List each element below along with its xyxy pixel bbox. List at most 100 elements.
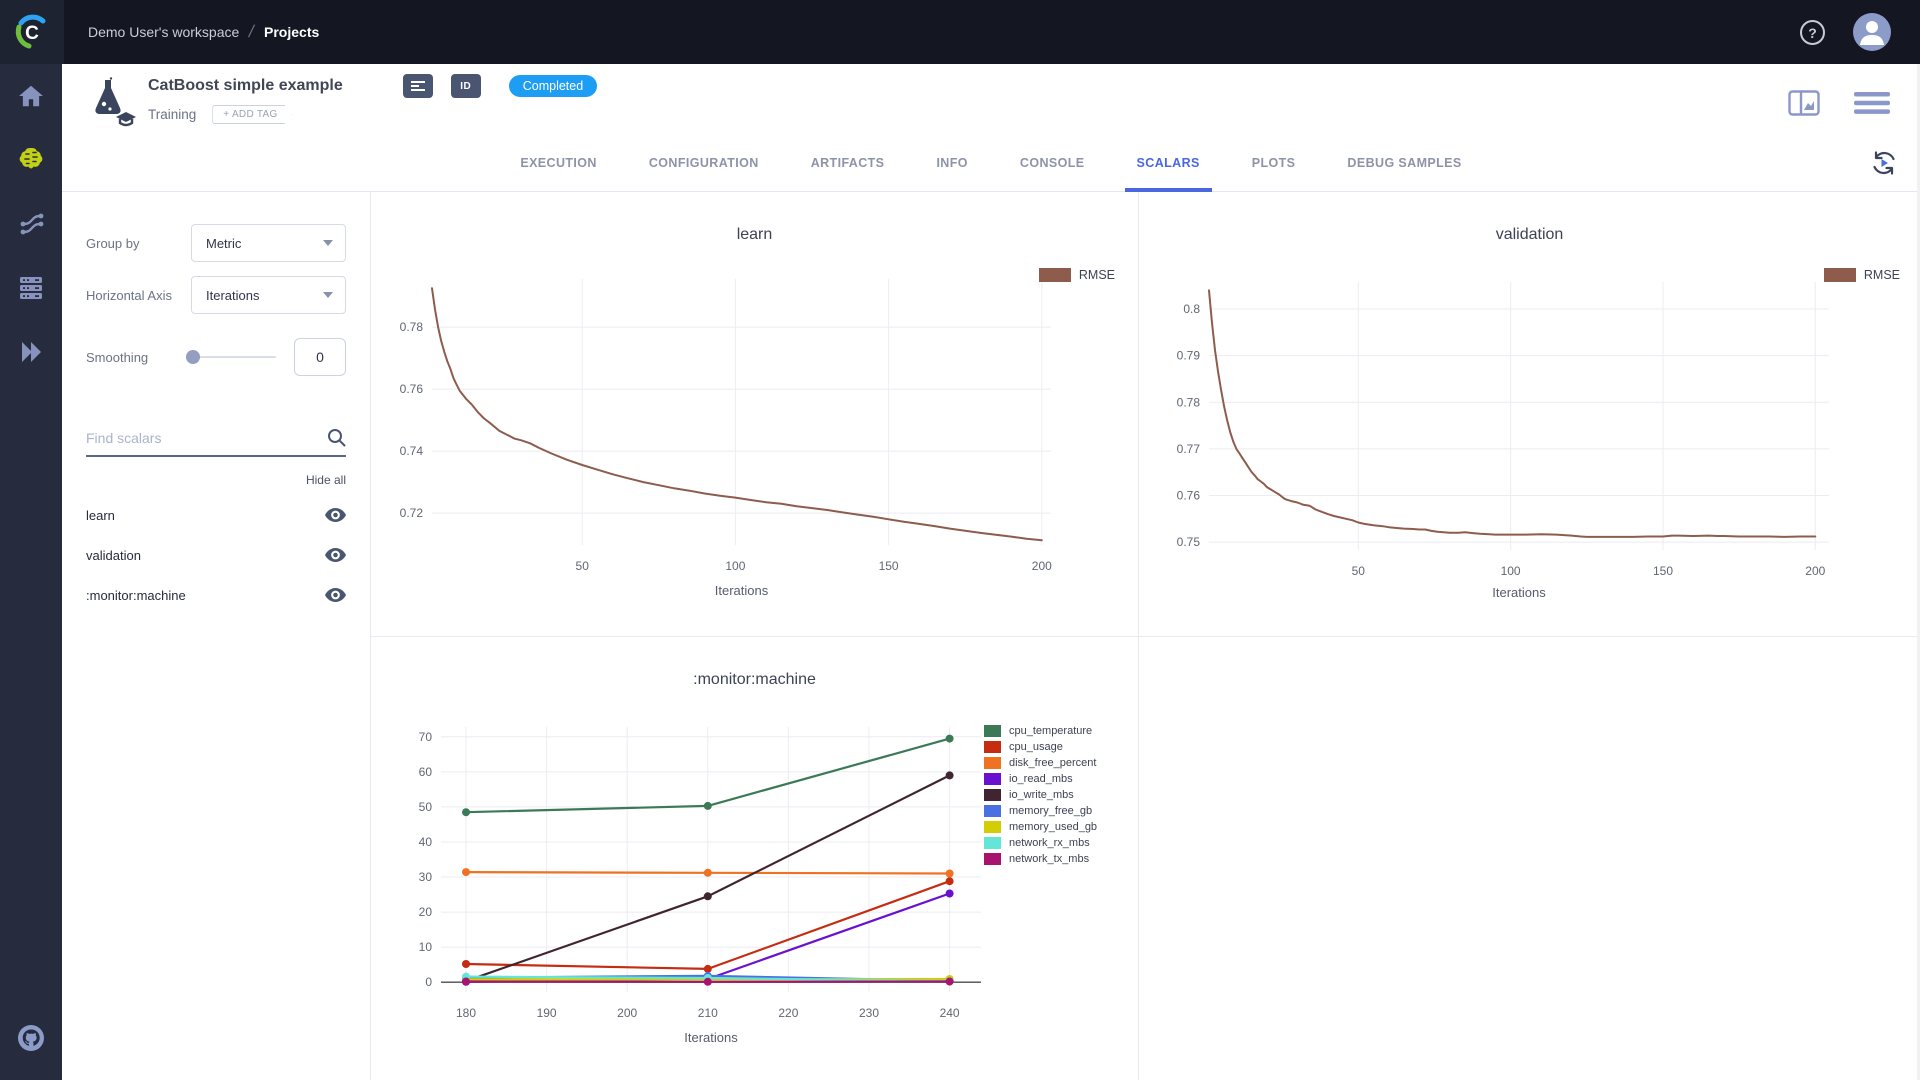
scalars-control-panel: Group by Metric Horizontal Axis Iteratio…	[62, 192, 371, 1080]
tab-scalars[interactable]: SCALARS	[1137, 135, 1200, 192]
legend-item-RMSE[interactable]: RMSE	[1039, 268, 1115, 282]
group-by-select[interactable]: Metric	[191, 224, 346, 262]
smoothing-slider[interactable]	[186, 350, 276, 364]
left-nav-sidebar	[0, 64, 62, 1080]
legend-swatch	[984, 821, 1001, 833]
legend-item-network_tx_mbs[interactable]: network_tx_mbs	[984, 853, 1097, 865]
legend-label: memory_used_gb	[1009, 821, 1097, 833]
svg-text:Iterations: Iterations	[1492, 585, 1546, 600]
legend-item-cpu_usage[interactable]: cpu_usage	[984, 741, 1097, 753]
description-button[interactable]	[403, 74, 433, 98]
menu-icon[interactable]	[1854, 91, 1890, 115]
svg-text:0.76: 0.76	[1177, 489, 1201, 503]
legend-swatch	[984, 741, 1001, 753]
legend-label: network_tx_mbs	[1009, 853, 1089, 865]
experiment-type-icon	[84, 76, 136, 128]
avatar[interactable]	[1852, 12, 1892, 52]
learn-plot[interactable]: 501001502000.720.740.760.78Iterations	[371, 192, 1139, 637]
svg-text:0.79: 0.79	[1177, 349, 1201, 363]
datasets-icon	[17, 275, 45, 301]
tab-console[interactable]: CONSOLE	[1020, 135, 1085, 192]
chart-legend: RMSE	[1824, 268, 1900, 282]
scalar-row-validation: validation	[86, 535, 346, 575]
svg-text:30: 30	[419, 870, 433, 884]
github-link[interactable]	[0, 1006, 62, 1070]
svg-text:210: 210	[698, 1006, 718, 1020]
svg-text:190: 190	[537, 1006, 557, 1020]
help-icon[interactable]: ?	[1799, 19, 1826, 46]
validation-plot[interactable]: 501001502000.750.760.770.780.790.8Iterat…	[1139, 192, 1920, 637]
chart-monitor-machine: :monitor:machine 18019020021022023024001…	[371, 637, 1139, 1080]
svg-text:10: 10	[419, 940, 433, 954]
legend-swatch	[984, 725, 1001, 737]
sidebar-item-datasets[interactable]	[0, 256, 62, 320]
charts-area: learn 501001502000.720.740.760.78Iterati…	[371, 192, 1920, 1080]
top-bar: C Demo User's workspace / Projects ?	[0, 0, 1920, 64]
tab-artifacts[interactable]: ARTIFACTS	[811, 135, 885, 192]
sidebar-item-workers[interactable]	[0, 320, 62, 384]
tab-info[interactable]: INFO	[936, 135, 967, 192]
legend-label: io_write_mbs	[1009, 789, 1074, 801]
legend-swatch	[984, 805, 1001, 817]
tab-plots[interactable]: PLOTS	[1252, 135, 1296, 192]
slider-thumb[interactable]	[186, 350, 200, 364]
svg-text:100: 100	[1501, 564, 1521, 578]
legend-item-RMSE[interactable]: RMSE	[1824, 268, 1900, 282]
legend-item-io_write_mbs[interactable]: io_write_mbs	[984, 789, 1097, 801]
status-badge: Completed	[509, 75, 597, 97]
svg-text:Iterations: Iterations	[715, 583, 769, 598]
sidebar-item-projects[interactable]	[0, 128, 62, 192]
description-icon	[411, 81, 425, 91]
svg-text:0.77: 0.77	[1177, 442, 1201, 456]
group-by-value: Metric	[206, 236, 323, 251]
tab-execution[interactable]: EXECUTION	[520, 135, 597, 192]
visibility-eye-icon[interactable]	[325, 508, 346, 522]
legend-item-memory_free_gb[interactable]: memory_free_gb	[984, 805, 1097, 817]
clearml-app: C Demo User's workspace / Projects ?	[0, 0, 1920, 1080]
breadcrumb: Demo User's workspace / Projects	[88, 22, 319, 42]
legend-item-disk_free_percent[interactable]: disk_free_percent	[984, 757, 1097, 769]
add-tag-button[interactable]: + ADD TAG	[212, 105, 292, 124]
legend-item-memory_used_gb[interactable]: memory_used_gb	[984, 821, 1097, 833]
clearml-logo[interactable]: C	[0, 0, 64, 64]
legend-label: cpu_usage	[1009, 741, 1063, 753]
find-scalars-input[interactable]	[86, 430, 327, 446]
scalar-name: :monitor:machine	[86, 588, 186, 603]
chart-legend: RMSE	[1039, 268, 1115, 282]
smoothing-value-input[interactable]: 0	[294, 338, 346, 376]
svg-text:40: 40	[419, 835, 433, 849]
legend-label: RMSE	[1864, 268, 1900, 282]
svg-text:150: 150	[1653, 564, 1673, 578]
svg-text:0.75: 0.75	[1177, 535, 1201, 549]
sidebar-item-home[interactable]	[0, 64, 62, 128]
refresh-icon	[1870, 149, 1898, 177]
brain-icon	[16, 146, 46, 174]
id-button[interactable]: ID	[451, 74, 481, 98]
refresh-button[interactable]	[1870, 149, 1898, 182]
chevron-down-icon	[323, 240, 333, 246]
legend-label: memory_free_gb	[1009, 805, 1092, 817]
visibility-eye-icon[interactable]	[325, 588, 346, 602]
legend-item-cpu_temperature[interactable]: cpu_temperature	[984, 725, 1097, 737]
legend-item-network_rx_mbs[interactable]: network_rx_mbs	[984, 837, 1097, 849]
tab-configuration[interactable]: CONFIGURATION	[649, 135, 759, 192]
legend-item-io_read_mbs[interactable]: io_read_mbs	[984, 773, 1097, 785]
svg-text:0.8: 0.8	[1183, 302, 1200, 316]
svg-text:230: 230	[859, 1006, 879, 1020]
visibility-eye-icon[interactable]	[325, 548, 346, 562]
breadcrumb-workspace[interactable]: Demo User's workspace	[88, 24, 239, 40]
horizontal-axis-select[interactable]: Iterations	[191, 276, 346, 314]
hide-all-link[interactable]: Hide all	[86, 473, 346, 487]
svg-text:220: 220	[778, 1006, 798, 1020]
chart-legend: cpu_temperature cpu_usage disk_free_percen…	[984, 725, 1097, 865]
tab-debug-samples[interactable]: DEBUG SAMPLES	[1347, 135, 1461, 192]
sidebar-item-pipelines[interactable]	[0, 192, 62, 256]
scalar-row-learn: learn	[86, 495, 346, 535]
svg-text:0.72: 0.72	[400, 506, 424, 520]
breadcrumb-page[interactable]: Projects	[264, 24, 319, 40]
svg-text:200: 200	[617, 1006, 637, 1020]
group-by-label: Group by	[86, 236, 191, 251]
details-panel-icon[interactable]	[1788, 90, 1820, 116]
legend-label: io_read_mbs	[1009, 773, 1073, 785]
scalar-name: validation	[86, 548, 141, 563]
